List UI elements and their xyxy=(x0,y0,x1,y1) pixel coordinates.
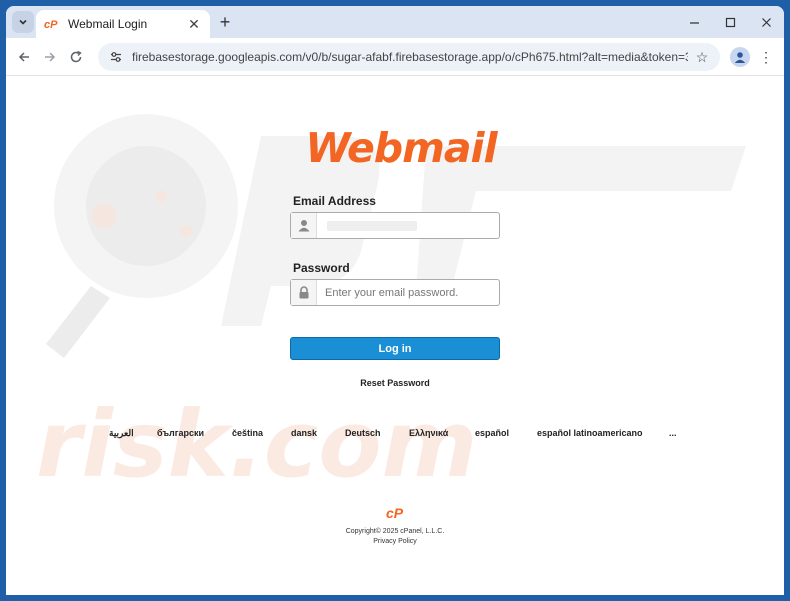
email-label: Email Address xyxy=(293,194,376,208)
new-tab-button[interactable]: + xyxy=(214,11,236,33)
cpanel-logo-icon: cP xyxy=(386,505,404,521)
site-info-icon[interactable] xyxy=(108,49,124,65)
cpanel-favicon-icon: cP xyxy=(44,16,60,32)
watermark-text: risk.com xyxy=(36,391,477,498)
tab-title: Webmail Login xyxy=(68,17,148,31)
language-link[interactable]: español latinoamericano xyxy=(537,428,643,438)
language-link[interactable]: español xyxy=(475,428,509,438)
tab-search-chevron-icon[interactable] xyxy=(12,11,34,33)
language-list: العربية български čeština dansk Deutsch … xyxy=(6,428,784,442)
redacted-email-value xyxy=(327,221,417,231)
back-arrow-icon[interactable] xyxy=(12,45,36,69)
svg-text:cP: cP xyxy=(44,19,58,30)
browser-window: cP Webmail Login ✕ + firebasestorage.goo… xyxy=(6,6,784,595)
lock-icon xyxy=(291,280,317,305)
password-input[interactable] xyxy=(317,281,499,304)
svg-text:cP: cP xyxy=(386,505,404,521)
language-link[interactable]: Ελληνικά xyxy=(409,428,448,438)
page-content: risk.com Webmail Email Address Password … xyxy=(6,76,784,595)
tab-bar: cP Webmail Login ✕ + xyxy=(6,6,784,38)
language-link[interactable]: dansk xyxy=(291,428,317,438)
bookmark-star-icon[interactable]: ☆ xyxy=(694,49,710,66)
email-field[interactable] xyxy=(290,212,500,239)
tab-close-icon[interactable]: ✕ xyxy=(186,16,202,33)
webmail-logo: Webmail xyxy=(305,124,499,172)
svg-text:Webmail: Webmail xyxy=(305,124,498,172)
maximize-icon[interactable] xyxy=(712,6,748,38)
password-field[interactable] xyxy=(290,279,500,306)
language-link[interactable]: العربية xyxy=(109,428,134,439)
privacy-policy-link[interactable]: Privacy Policy xyxy=(6,538,784,545)
reload-icon[interactable] xyxy=(64,45,88,69)
copyright-text: Copyright© 2025 cPanel, L.L.C. xyxy=(345,528,445,535)
browser-toolbar: firebasestorage.googleapis.com/v0/b/suga… xyxy=(6,38,784,76)
minimize-icon[interactable] xyxy=(676,6,712,38)
profile-avatar-icon[interactable] xyxy=(730,47,750,67)
reset-password-link[interactable]: Reset Password xyxy=(336,378,454,388)
url-text: firebasestorage.googleapis.com/v0/b/suga… xyxy=(132,50,688,64)
language-link[interactable]: čeština xyxy=(232,428,263,438)
more-languages-button[interactable]: ... xyxy=(669,428,677,438)
language-link[interactable]: български xyxy=(157,428,204,438)
close-window-icon[interactable] xyxy=(748,6,784,38)
active-tab[interactable]: cP Webmail Login ✕ xyxy=(36,10,210,38)
user-icon xyxy=(291,213,317,238)
kebab-menu-icon[interactable]: ⋮ xyxy=(758,47,774,67)
language-link[interactable]: Deutsch xyxy=(345,428,381,438)
forward-arrow-icon[interactable] xyxy=(38,45,62,69)
address-bar[interactable]: firebasestorage.googleapis.com/v0/b/suga… xyxy=(98,43,720,71)
password-label: Password xyxy=(293,261,350,275)
login-button[interactable]: Log in xyxy=(290,337,500,360)
